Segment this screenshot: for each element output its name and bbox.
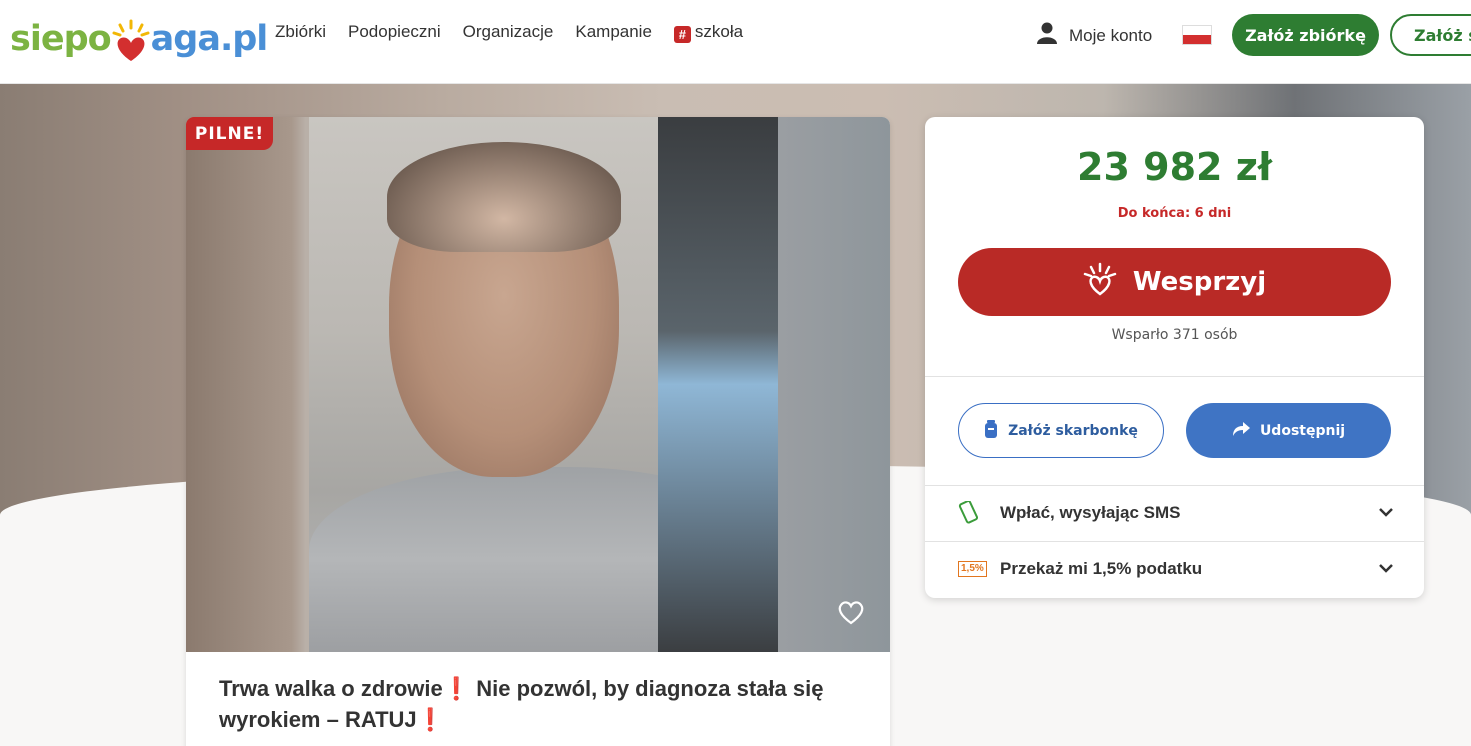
urgent-badge: PILNE! (186, 117, 273, 150)
support-hand-heart-icon (1083, 262, 1117, 303)
nav-link-szkola-label: szkoła (694, 22, 744, 41)
share-arrow-icon (1232, 421, 1250, 440)
account-label: Moje konto (1069, 25, 1153, 45)
hash-icon: # (673, 26, 691, 43)
tax-donation-row[interactable]: 1,5% Przekaż mi 1,5% podatku (925, 541, 1424, 597)
support-button[interactable]: Wesprzyj (958, 248, 1391, 316)
create-fundraiser-button[interactable]: Załóż zbiórkę (1232, 14, 1379, 56)
campaign-card: PILNE! Trwa walka o zdrowie❗ Nie pozwól,… (186, 117, 890, 746)
account-link[interactable]: Moje konto (1037, 22, 1152, 49)
create-piggybank-button[interactable]: Załóż skarbonkę (958, 403, 1164, 458)
nav-link-podopieczni[interactable]: Podopieczni (348, 22, 441, 43)
divider (925, 376, 1424, 377)
phone-icon (958, 501, 988, 525)
nav-link-kampanie[interactable]: Kampanie (575, 22, 652, 43)
create-secondary-button[interactable]: Załóż su (1390, 14, 1471, 56)
nav-link-zbiorki[interactable]: Zbiórki (275, 22, 326, 43)
jar-icon (984, 419, 998, 442)
sms-donation-row[interactable]: Wpłać, wysyłając SMS (925, 485, 1424, 541)
logo-text-left: siepo (10, 19, 112, 59)
chevron-down-icon (1378, 559, 1394, 579)
percent-icon: 1,5% (958, 561, 987, 577)
logo-text-right: aga.pl (150, 19, 269, 59)
sms-label: Wpłać, wysyłając SMS (1000, 503, 1181, 522)
donation-panel: 23 982 zł Do końca: 6 dni Wesprzyj Wspar… (925, 117, 1424, 598)
photo-subject (309, 117, 778, 652)
exclamation-icon: ❗ (416, 707, 445, 732)
tax-label: Przekaż mi 1,5% podatku (1000, 559, 1203, 578)
chevron-down-icon (1378, 503, 1394, 523)
main-menu: Zbiórki Podopieczni Organizacje Kampanie… (275, 22, 743, 43)
support-button-label: Wesprzyj (1132, 267, 1267, 297)
time-remaining: Do końca: 6 dni (1117, 206, 1232, 221)
site-logo[interactable]: siepo aga.pl (10, 14, 269, 64)
piggybank-label: Załóż skarbonkę (1008, 422, 1138, 439)
supporters-count: Wsparło 371 osób (1111, 327, 1238, 343)
user-icon (1037, 22, 1057, 49)
share-label: Udostępnij (1259, 422, 1346, 439)
campaign-photo[interactable]: PILNE! (186, 117, 890, 652)
heart-favorite-icon[interactable] (836, 597, 866, 627)
polish-flag-icon[interactable] (1182, 25, 1212, 45)
raised-amount: 23 982 zł (1077, 145, 1272, 189)
nav-link-szkola[interactable]: # szkoła (673, 22, 744, 43)
logo-heart-icon (111, 19, 151, 61)
title-part-1: Trwa walka o zdrowie (219, 676, 443, 701)
exclamation-icon: ❗ (442, 676, 471, 701)
top-navigation: siepo aga.pl Zbiórki Podopieczni Organiz… (0, 0, 1471, 84)
campaign-title: Trwa walka o zdrowie❗ Nie pozwól, by dia… (219, 673, 869, 735)
share-button[interactable]: Udostępnij (1186, 403, 1391, 458)
nav-link-organizacje[interactable]: Organizacje (463, 22, 554, 43)
